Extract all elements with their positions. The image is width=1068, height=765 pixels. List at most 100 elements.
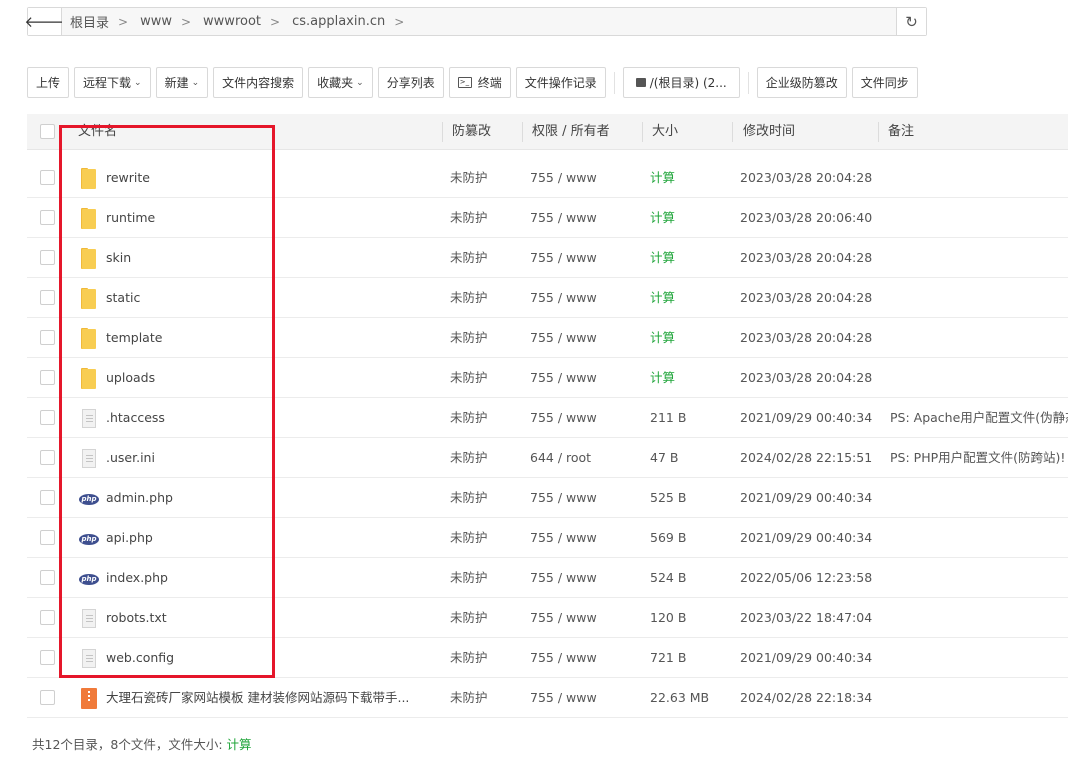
- row-checkbox[interactable]: [40, 330, 55, 345]
- permission-owner[interactable]: 755 / www: [530, 398, 597, 438]
- permission-owner[interactable]: 755 / www: [530, 318, 597, 358]
- column-divider: [442, 122, 443, 142]
- row-checkbox[interactable]: [40, 370, 55, 385]
- chevron-right-icon: >: [394, 14, 405, 29]
- file-name[interactable]: api.php: [106, 518, 153, 558]
- file-name[interactable]: static: [106, 278, 140, 318]
- file-name[interactable]: runtime: [106, 198, 155, 238]
- file-name[interactable]: skin: [106, 238, 131, 278]
- file-name[interactable]: 大理石瓷砖厂家网站模板 建材装修网站源码下载带手...: [106, 678, 409, 718]
- crumb-site[interactable]: cs.applaxin.cn >: [292, 14, 416, 29]
- remote-download-button[interactable]: 远程下载 ⌄: [74, 67, 151, 98]
- row-checkbox[interactable]: [40, 290, 55, 305]
- table-row[interactable]: 大理石瓷砖厂家网站模板 建材装修网站源码下载带手... 未防护 755 / www 2…: [27, 678, 1068, 718]
- terminal-button[interactable]: >_ 终端: [448, 67, 511, 98]
- table-row[interactable]: robots.txt 未防护 755 / www 120 B 2023/03/22 18…: [27, 598, 1068, 638]
- disk-button[interactable]: /(根目录) (2...: [622, 67, 740, 98]
- file-size[interactable]: 计算: [650, 318, 675, 358]
- permission-owner[interactable]: 755 / www: [530, 558, 597, 598]
- file-name[interactable]: index.php: [106, 558, 168, 598]
- row-checkbox[interactable]: [40, 490, 55, 505]
- table-row[interactable]: template 未防护 755 / www 计算 2023/03/28 20:04:2…: [27, 318, 1068, 358]
- file-size: 569 B: [650, 530, 687, 545]
- table-row[interactable]: .user.ini 未防护 644 / root 47 B 2024/02/28 22:…: [27, 438, 1068, 478]
- chevron-right-icon: >: [180, 14, 192, 29]
- select-all-checkbox[interactable]: [40, 124, 55, 139]
- permission-owner[interactable]: 755 / www: [530, 678, 597, 718]
- op-log-button[interactable]: 文件操作记录: [515, 67, 606, 98]
- permission-owner[interactable]: 755 / www: [530, 358, 597, 398]
- file-sync-button[interactable]: 文件同步: [851, 67, 918, 98]
- calc-total-link[interactable]: 计算: [227, 737, 252, 752]
- share-list-button[interactable]: 分享列表: [377, 67, 444, 98]
- permission-owner[interactable]: 755 / www: [530, 518, 597, 558]
- file-name[interactable]: template: [106, 318, 162, 358]
- file-note: [890, 638, 1068, 678]
- back-button[interactable]: 🡐: [24, 8, 65, 35]
- permission-owner[interactable]: 755 / www: [530, 598, 597, 638]
- permission-owner[interactable]: 755 / www: [530, 638, 597, 678]
- permission-owner[interactable]: 755 / www: [530, 238, 597, 278]
- toolbar: 上传 远程下载 ⌄ 新建 ⌄ 文件内容搜索 收藏夹 ⌄ 分享列表 >_ 终端 文件操作…: [27, 67, 923, 98]
- modified-time: 2023/03/28 20:04:28: [740, 330, 873, 345]
- table-row[interactable]: php admin.php 未防护 755 / www 525 B 2021/09/29 …: [27, 478, 1068, 518]
- chevron-down-icon: ⌄: [134, 77, 142, 88]
- file-note: PS: PHP用户配置文件(防跨站)!: [890, 450, 1066, 465]
- table-row[interactable]: php index.php 未防护 755 / www 524 B 2022/05/06 …: [27, 558, 1068, 598]
- permission-owner[interactable]: 755 / www: [530, 158, 597, 198]
- table-row[interactable]: uploads 未防护 755 / www 计算 2023/03/28 20:04:28: [27, 358, 1068, 398]
- crumb-root[interactable]: 根目录 >: [70, 12, 140, 32]
- new-button[interactable]: 新建 ⌄: [155, 67, 209, 98]
- row-checkbox[interactable]: [40, 610, 55, 625]
- header-protect: 防篡改: [452, 124, 492, 139]
- permission-owner[interactable]: 755 / www: [530, 478, 597, 518]
- header-filename[interactable]: 文件名: [78, 114, 117, 150]
- file-size[interactable]: 计算: [650, 158, 675, 198]
- favorites-button[interactable]: 收藏夹 ⌄: [308, 67, 373, 98]
- upload-button[interactable]: 上传: [27, 67, 70, 98]
- row-checkbox[interactable]: [40, 650, 55, 665]
- permission-owner[interactable]: 755 / www: [530, 198, 597, 238]
- file-name[interactable]: .htaccess: [106, 398, 165, 438]
- permission-owner[interactable]: 755 / www: [530, 278, 597, 318]
- header-permission[interactable]: 权限 / 所有者: [532, 114, 610, 150]
- table-row[interactable]: rewrite 未防护 755 / www 计算 2023/03/28 20:04:28: [27, 158, 1068, 198]
- file-size[interactable]: 计算: [650, 278, 675, 318]
- tamper-protect-button[interactable]: 企业级防篡改: [756, 67, 847, 98]
- file-size[interactable]: 计算: [650, 238, 675, 278]
- table-row[interactable]: web.config 未防护 755 / www 721 B 2021/09/29 00…: [27, 638, 1068, 678]
- modified-time: 2023/03/28 20:06:40: [740, 210, 873, 225]
- file-size[interactable]: 计算: [650, 358, 675, 398]
- table-row[interactable]: skin 未防护 755 / www 计算 2023/03/28 20:04:28: [27, 238, 1068, 278]
- file-name[interactable]: uploads: [106, 358, 155, 398]
- table-row[interactable]: runtime 未防护 755 / www 计算 2023/03/28 20:06:40: [27, 198, 1068, 238]
- file-name[interactable]: web.config: [106, 638, 174, 678]
- row-checkbox[interactable]: [40, 210, 55, 225]
- header-mtime[interactable]: 修改时间: [743, 114, 795, 150]
- table-row[interactable]: php api.php 未防护 755 / www 569 B 2021/09/29 00…: [27, 518, 1068, 558]
- crumb-www[interactable]: www >: [140, 14, 203, 29]
- file-size: 22.63 MB: [650, 690, 710, 705]
- row-checkbox[interactable]: [40, 690, 55, 705]
- table-row[interactable]: static 未防护 755 / www 计算 2023/03/28 20:04:28: [27, 278, 1068, 318]
- file-name[interactable]: robots.txt: [106, 598, 167, 638]
- chevron-right-icon: >: [270, 14, 281, 29]
- crumb-wwwroot[interactable]: wwwroot >: [203, 14, 292, 29]
- row-checkbox[interactable]: [40, 250, 55, 265]
- folder-icon: [78, 248, 100, 270]
- row-checkbox[interactable]: [40, 450, 55, 465]
- file-name[interactable]: rewrite: [106, 158, 150, 198]
- row-checkbox[interactable]: [40, 170, 55, 185]
- row-checkbox[interactable]: [40, 530, 55, 545]
- table-row[interactable]: .htaccess 未防护 755 / www 211 B 2021/09/29 00:…: [27, 398, 1068, 438]
- content-search-button[interactable]: 文件内容搜索: [213, 67, 304, 98]
- file-icon: [78, 648, 100, 670]
- refresh-button[interactable]: ↻: [896, 8, 926, 35]
- file-name[interactable]: .user.ini: [106, 438, 155, 478]
- row-checkbox[interactable]: [40, 570, 55, 585]
- file-name[interactable]: admin.php: [106, 478, 173, 518]
- permission-owner[interactable]: 644 / root: [530, 438, 591, 478]
- row-checkbox[interactable]: [40, 410, 55, 425]
- header-size[interactable]: 大小: [652, 114, 678, 150]
- file-size[interactable]: 计算: [650, 198, 675, 238]
